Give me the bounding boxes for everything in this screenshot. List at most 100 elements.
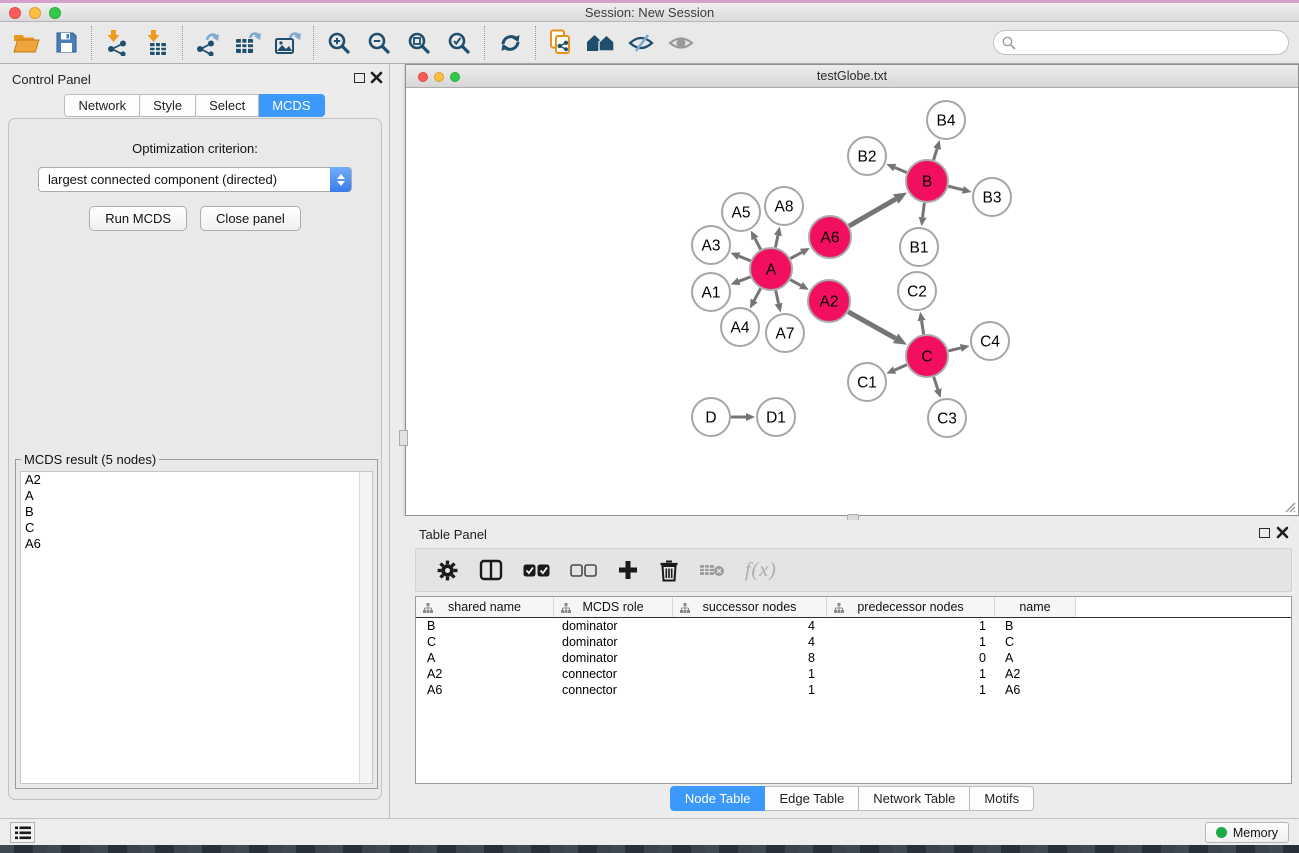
export-image-icon[interactable] (268, 25, 308, 61)
graph-node-a8[interactable]: A8 (765, 187, 803, 225)
column-header-successor-nodes[interactable]: successor nodes (673, 597, 827, 617)
zoom-in-icon[interactable] (319, 25, 359, 61)
table-cell[interactable]: connector (554, 667, 673, 681)
table-cell[interactable]: 1 (827, 619, 995, 633)
graph-edge[interactable] (948, 348, 960, 351)
graph-node-c3[interactable]: C3 (928, 399, 966, 437)
table-cell[interactable]: 1 (827, 635, 995, 649)
graph-node-c2[interactable]: C2 (898, 272, 936, 310)
zoom-out-icon[interactable] (359, 25, 399, 61)
zoom-fit-icon[interactable] (399, 25, 439, 61)
tab-style[interactable]: Style (140, 94, 196, 117)
open-folder-icon[interactable] (6, 25, 46, 61)
mcds-result-item[interactable]: B (21, 504, 372, 520)
unchecked-boxes-icon[interactable] (570, 564, 597, 577)
graph-node-b1[interactable]: B1 (900, 228, 938, 266)
table-cell[interactable]: 8 (673, 651, 827, 665)
memory-button[interactable]: Memory (1205, 822, 1289, 843)
graph-edge[interactable] (848, 312, 895, 339)
graph-node-b2[interactable]: B2 (848, 137, 886, 175)
graph-edge[interactable] (739, 256, 751, 261)
refresh-icon[interactable] (490, 25, 530, 61)
table-cell[interactable]: dominator (554, 635, 673, 649)
close-panel-icon[interactable] (1276, 526, 1289, 539)
graph-node-c[interactable]: C (906, 335, 948, 377)
mcds-result-item[interactable]: C (21, 520, 372, 536)
copy-network-icon[interactable] (541, 25, 581, 61)
graph-edge[interactable] (754, 288, 760, 300)
table-cell[interactable]: A2 (995, 667, 1076, 681)
table-cell[interactable]: A2 (416, 667, 554, 681)
trash-icon[interactable] (659, 559, 679, 582)
table-cell[interactable]: dominator (554, 651, 673, 665)
table-cell[interactable]: 1 (673, 667, 827, 681)
checked-boxes-icon[interactable] (523, 564, 550, 577)
graph-edge[interactable] (775, 235, 777, 247)
graph-node-a4[interactable]: A4 (721, 308, 759, 346)
graph-node-b[interactable]: B (906, 160, 948, 202)
tab-motifs[interactable]: Motifs (970, 786, 1034, 811)
tab-mcds[interactable]: MCDS (259, 94, 324, 117)
column-header-name[interactable]: name (995, 597, 1076, 617)
column-header-shared-name[interactable]: shared name (416, 597, 554, 617)
search-input[interactable] (1016, 33, 1288, 53)
close-panel-icon[interactable] (370, 71, 383, 84)
mcds-result-list[interactable]: A2ABCA6 (20, 471, 373, 784)
graph-node-a2[interactable]: A2 (808, 280, 850, 322)
resize-grip-icon[interactable] (1284, 501, 1296, 513)
task-history-button[interactable] (10, 822, 35, 843)
graph-node-a1[interactable]: A1 (692, 273, 730, 311)
network-window-titlebar[interactable]: testGlobe.txt (406, 65, 1298, 88)
table-row[interactable]: Cdominator41C (416, 634, 1291, 650)
graph-edge[interactable] (934, 377, 938, 390)
graph-edge[interactable] (895, 365, 907, 370)
table-cell[interactable]: A6 (416, 683, 554, 697)
graph-node-a3[interactable]: A3 (692, 226, 730, 264)
zoom-selected-icon[interactable] (439, 25, 479, 61)
graph-edge[interactable] (790, 252, 802, 258)
import-table-icon[interactable] (137, 25, 177, 61)
graph-node-a[interactable]: A (750, 248, 792, 290)
home-icon[interactable] (581, 25, 621, 61)
table-cell[interactable]: C (416, 635, 554, 649)
table-cell[interactable]: 4 (673, 635, 827, 649)
function-icon[interactable]: f(x) (745, 559, 777, 582)
table-cell[interactable]: connector (554, 683, 673, 697)
node-table[interactable]: shared nameMCDS rolesuccessor nodesprede… (415, 596, 1292, 784)
table-row[interactable]: Adominator80A (416, 650, 1291, 666)
table-cell[interactable]: A (416, 651, 554, 665)
graph-edge[interactable] (934, 149, 938, 160)
table-row[interactable]: A2connector11A2 (416, 666, 1291, 682)
column-header-MCDS-role[interactable]: MCDS role (554, 597, 673, 617)
table-cell[interactable]: C (995, 635, 1076, 649)
delete-table-icon[interactable] (699, 562, 725, 578)
table-cell[interactable]: 1 (827, 667, 995, 681)
optimization-criterion-dropdown[interactable]: largest connected component (directed) (38, 167, 352, 192)
table-row[interactable]: Bdominator41B (416, 618, 1291, 634)
table-cell[interactable]: B (416, 619, 554, 633)
table-cell[interactable]: A (995, 651, 1076, 665)
graph-node-d1[interactable]: D1 (757, 398, 795, 436)
table-cell[interactable]: 1 (673, 683, 827, 697)
table-row[interactable]: A6connector11A6 (416, 682, 1291, 698)
run-mcds-button[interactable]: Run MCDS (89, 206, 187, 231)
graph-node-c4[interactable]: C4 (971, 322, 1009, 360)
eye-icon[interactable] (661, 25, 701, 61)
graph-edge[interactable] (948, 186, 963, 190)
mcds-result-item[interactable]: A2 (21, 472, 372, 488)
graph-node-a7[interactable]: A7 (766, 314, 804, 352)
network-canvas[interactable]: AA1A2A3A4A5A6A7A8BB1B2B3B4CC1C2C3C4DD1 (406, 88, 1298, 515)
graph-node-a5[interactable]: A5 (722, 193, 760, 231)
tab-edge-table[interactable]: Edge Table (765, 786, 859, 811)
import-network-icon[interactable] (97, 25, 137, 61)
export-network-icon[interactable] (188, 25, 228, 61)
scrollbar[interactable] (359, 472, 372, 783)
graph-node-b4[interactable]: B4 (927, 101, 965, 139)
table-cell[interactable]: 4 (673, 619, 827, 633)
plus-icon[interactable] (617, 559, 639, 581)
tab-network-table[interactable]: Network Table (859, 786, 970, 811)
split-columns-icon[interactable] (479, 559, 503, 581)
table-cell[interactable]: dominator (554, 619, 673, 633)
graph-edge[interactable] (923, 203, 925, 217)
gear-icon[interactable] (436, 559, 459, 582)
